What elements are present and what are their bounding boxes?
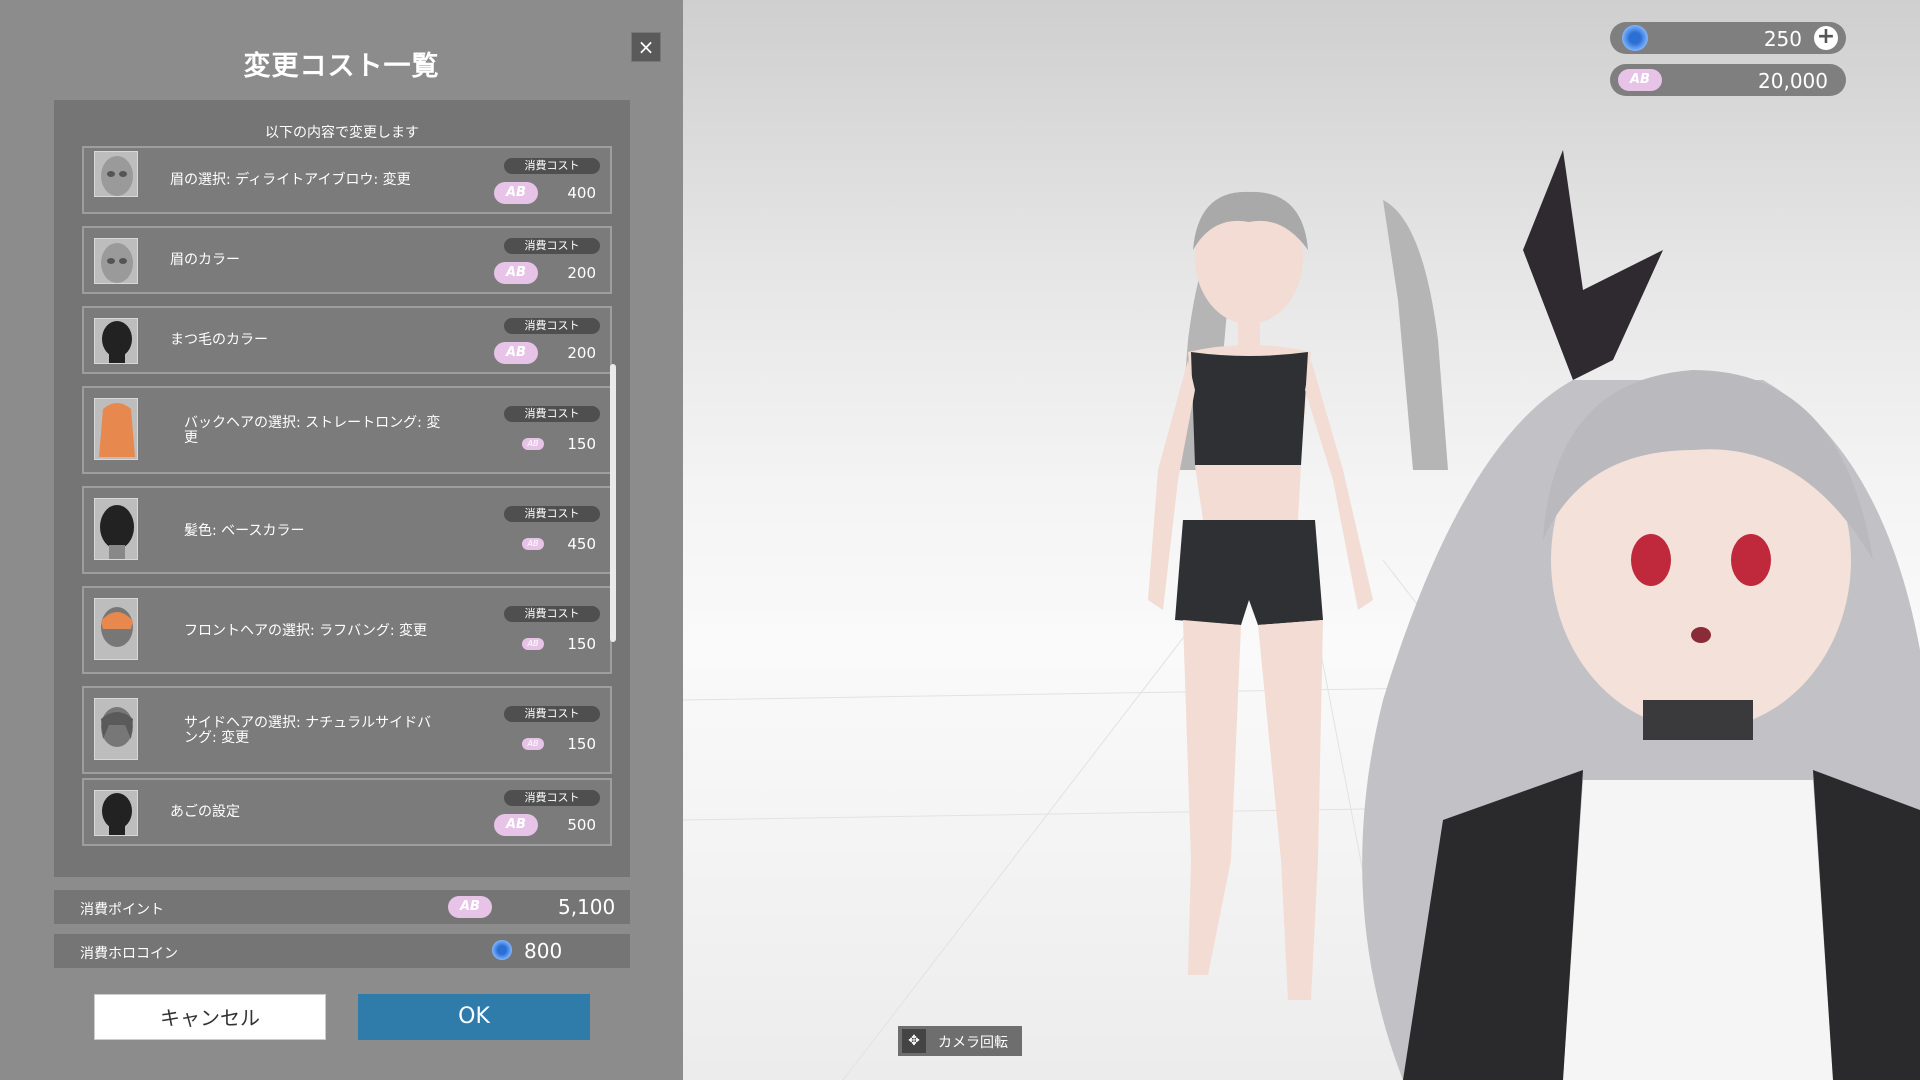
jaw-thumbnail — [94, 790, 138, 836]
coins-label: 消費ホロコイン — [80, 946, 178, 962]
item-cost: 150 — [567, 735, 596, 753]
cost-item: 髪色: ベースカラー 消費コスト AB 450 — [82, 486, 612, 574]
item-label: 髪色: ベースカラー — [184, 523, 305, 539]
points-coin-icon: AB — [522, 438, 544, 450]
holo-coin-icon — [492, 940, 512, 960]
points-balance: AB 20,000 — [1610, 64, 1846, 96]
ok-button[interactable]: OK — [358, 994, 590, 1040]
holo-coin-icon — [1622, 25, 1648, 51]
head-silhouette-thumbnail — [94, 318, 138, 364]
item-label: まつ毛のカラー — [170, 332, 268, 348]
holo-coin-amount: 250 — [1763, 27, 1802, 51]
holo-coin-balance: 250 + — [1610, 22, 1846, 54]
points-coin-icon: AB — [494, 342, 538, 364]
cancel-button[interactable]: キャンセル — [94, 994, 326, 1040]
rotate-icon: ✥ — [902, 1029, 926, 1053]
side-hair-thumbnail — [94, 698, 138, 760]
cost-tag: 消費コスト — [504, 790, 600, 806]
points-coin-icon: AB — [494, 814, 538, 836]
cost-item: サイドヘアの選択: ナチュラルサイドバング: 変更 消費コスト AB 150 — [82, 686, 612, 774]
cost-tag: 消費コスト — [504, 158, 600, 174]
points-coin-icon: AB — [522, 738, 544, 750]
item-label: あごの設定 — [170, 804, 240, 820]
cost-item: 眉のカラー 消費コスト AB 200 — [82, 226, 612, 294]
change-cost-dialog: 変更コスト一覧 × 以下の内容で変更します 眉の選択: ディライトアイブロウ: … — [0, 0, 683, 1080]
cost-tag: 消費コスト — [504, 238, 600, 254]
list-subtitle: 以下の内容で変更します — [265, 125, 419, 141]
cost-tag: 消費コスト — [504, 706, 600, 722]
cost-item: フロントヘアの選択: ラフバング: 変更 消費コスト AB 150 — [82, 586, 612, 674]
cost-item: まつ毛のカラー 消費コスト AB 200 — [82, 306, 612, 374]
camera-rotate-hint[interactable]: ✥ カメラ回転 — [898, 1026, 1022, 1056]
camera-label: カメラ回転 — [938, 1035, 1008, 1051]
list-scrollbar[interactable] — [610, 364, 616, 642]
cost-item: あごの設定 消費コスト AB 500 — [82, 778, 612, 846]
item-label: フロントヘアの選択: ラフバング: 変更 — [184, 623, 428, 639]
points-value: 5,100 — [558, 895, 616, 919]
item-cost: 150 — [567, 635, 596, 653]
item-label: バックヘアの選択: ストレートロング: 変更 — [184, 415, 441, 446]
coins-value: 800 — [524, 939, 563, 963]
item-cost: 500 — [567, 816, 596, 834]
cost-tag: 消費コスト — [504, 506, 600, 522]
points-coin-icon: AB — [1618, 69, 1662, 91]
item-cost: 450 — [567, 535, 596, 553]
points-coin-icon: AB — [494, 262, 538, 284]
item-cost: 400 — [567, 184, 596, 202]
close-button[interactable]: × — [631, 32, 661, 62]
eyebrow-thumbnail — [94, 151, 138, 197]
points-summary: 消費ポイント AB 5,100 — [54, 890, 630, 924]
points-coin-icon: AB — [522, 538, 544, 550]
cost-tag: 消費コスト — [504, 318, 600, 334]
points-coin-icon: AB — [494, 182, 538, 204]
streamer-character — [1362, 150, 1920, 1080]
item-label: サイドヘアの選択: ナチュラルサイドバング: 変更 — [184, 715, 432, 746]
item-label: 眉の選択: ディライトアイブロウ: 変更 — [170, 172, 411, 188]
points-label: 消費ポイント — [80, 902, 164, 918]
cost-list-box: 以下の内容で変更します 眉の選択: ディライトアイブロウ: 変更 消費コスト A… — [54, 100, 630, 877]
points-amount: 20,000 — [1758, 69, 1828, 93]
dialog-title: 変更コスト一覧 — [243, 51, 440, 82]
item-cost: 150 — [567, 435, 596, 453]
add-coins-button[interactable]: + — [1814, 26, 1838, 50]
points-coin-icon: AB — [522, 638, 544, 650]
cost-tag: 消費コスト — [504, 406, 600, 422]
avatar-preview-scene[interactable] — [683, 0, 1920, 1080]
cost-item: バックヘアの選択: ストレートロング: 変更 消費コスト AB 150 — [82, 386, 612, 474]
cost-tag: 消費コスト — [504, 606, 600, 622]
item-cost: 200 — [567, 344, 596, 362]
item-label: 眉のカラー — [170, 252, 240, 268]
hair-color-thumbnail — [94, 498, 138, 560]
cost-item: 眉の選択: ディライトアイブロウ: 変更 消費コスト AB 400 — [82, 146, 612, 214]
cost-list[interactable]: 眉の選択: ディライトアイブロウ: 変更 消費コスト AB 400 眉のカラー … — [82, 146, 612, 846]
coins-summary: 消費ホロコイン 800 — [54, 934, 630, 968]
eyebrow-thumbnail — [94, 238, 138, 284]
item-cost: 200 — [567, 264, 596, 282]
front-hair-thumbnail — [94, 598, 138, 660]
points-coin-icon: AB — [448, 896, 492, 918]
back-hair-thumbnail — [94, 398, 138, 460]
